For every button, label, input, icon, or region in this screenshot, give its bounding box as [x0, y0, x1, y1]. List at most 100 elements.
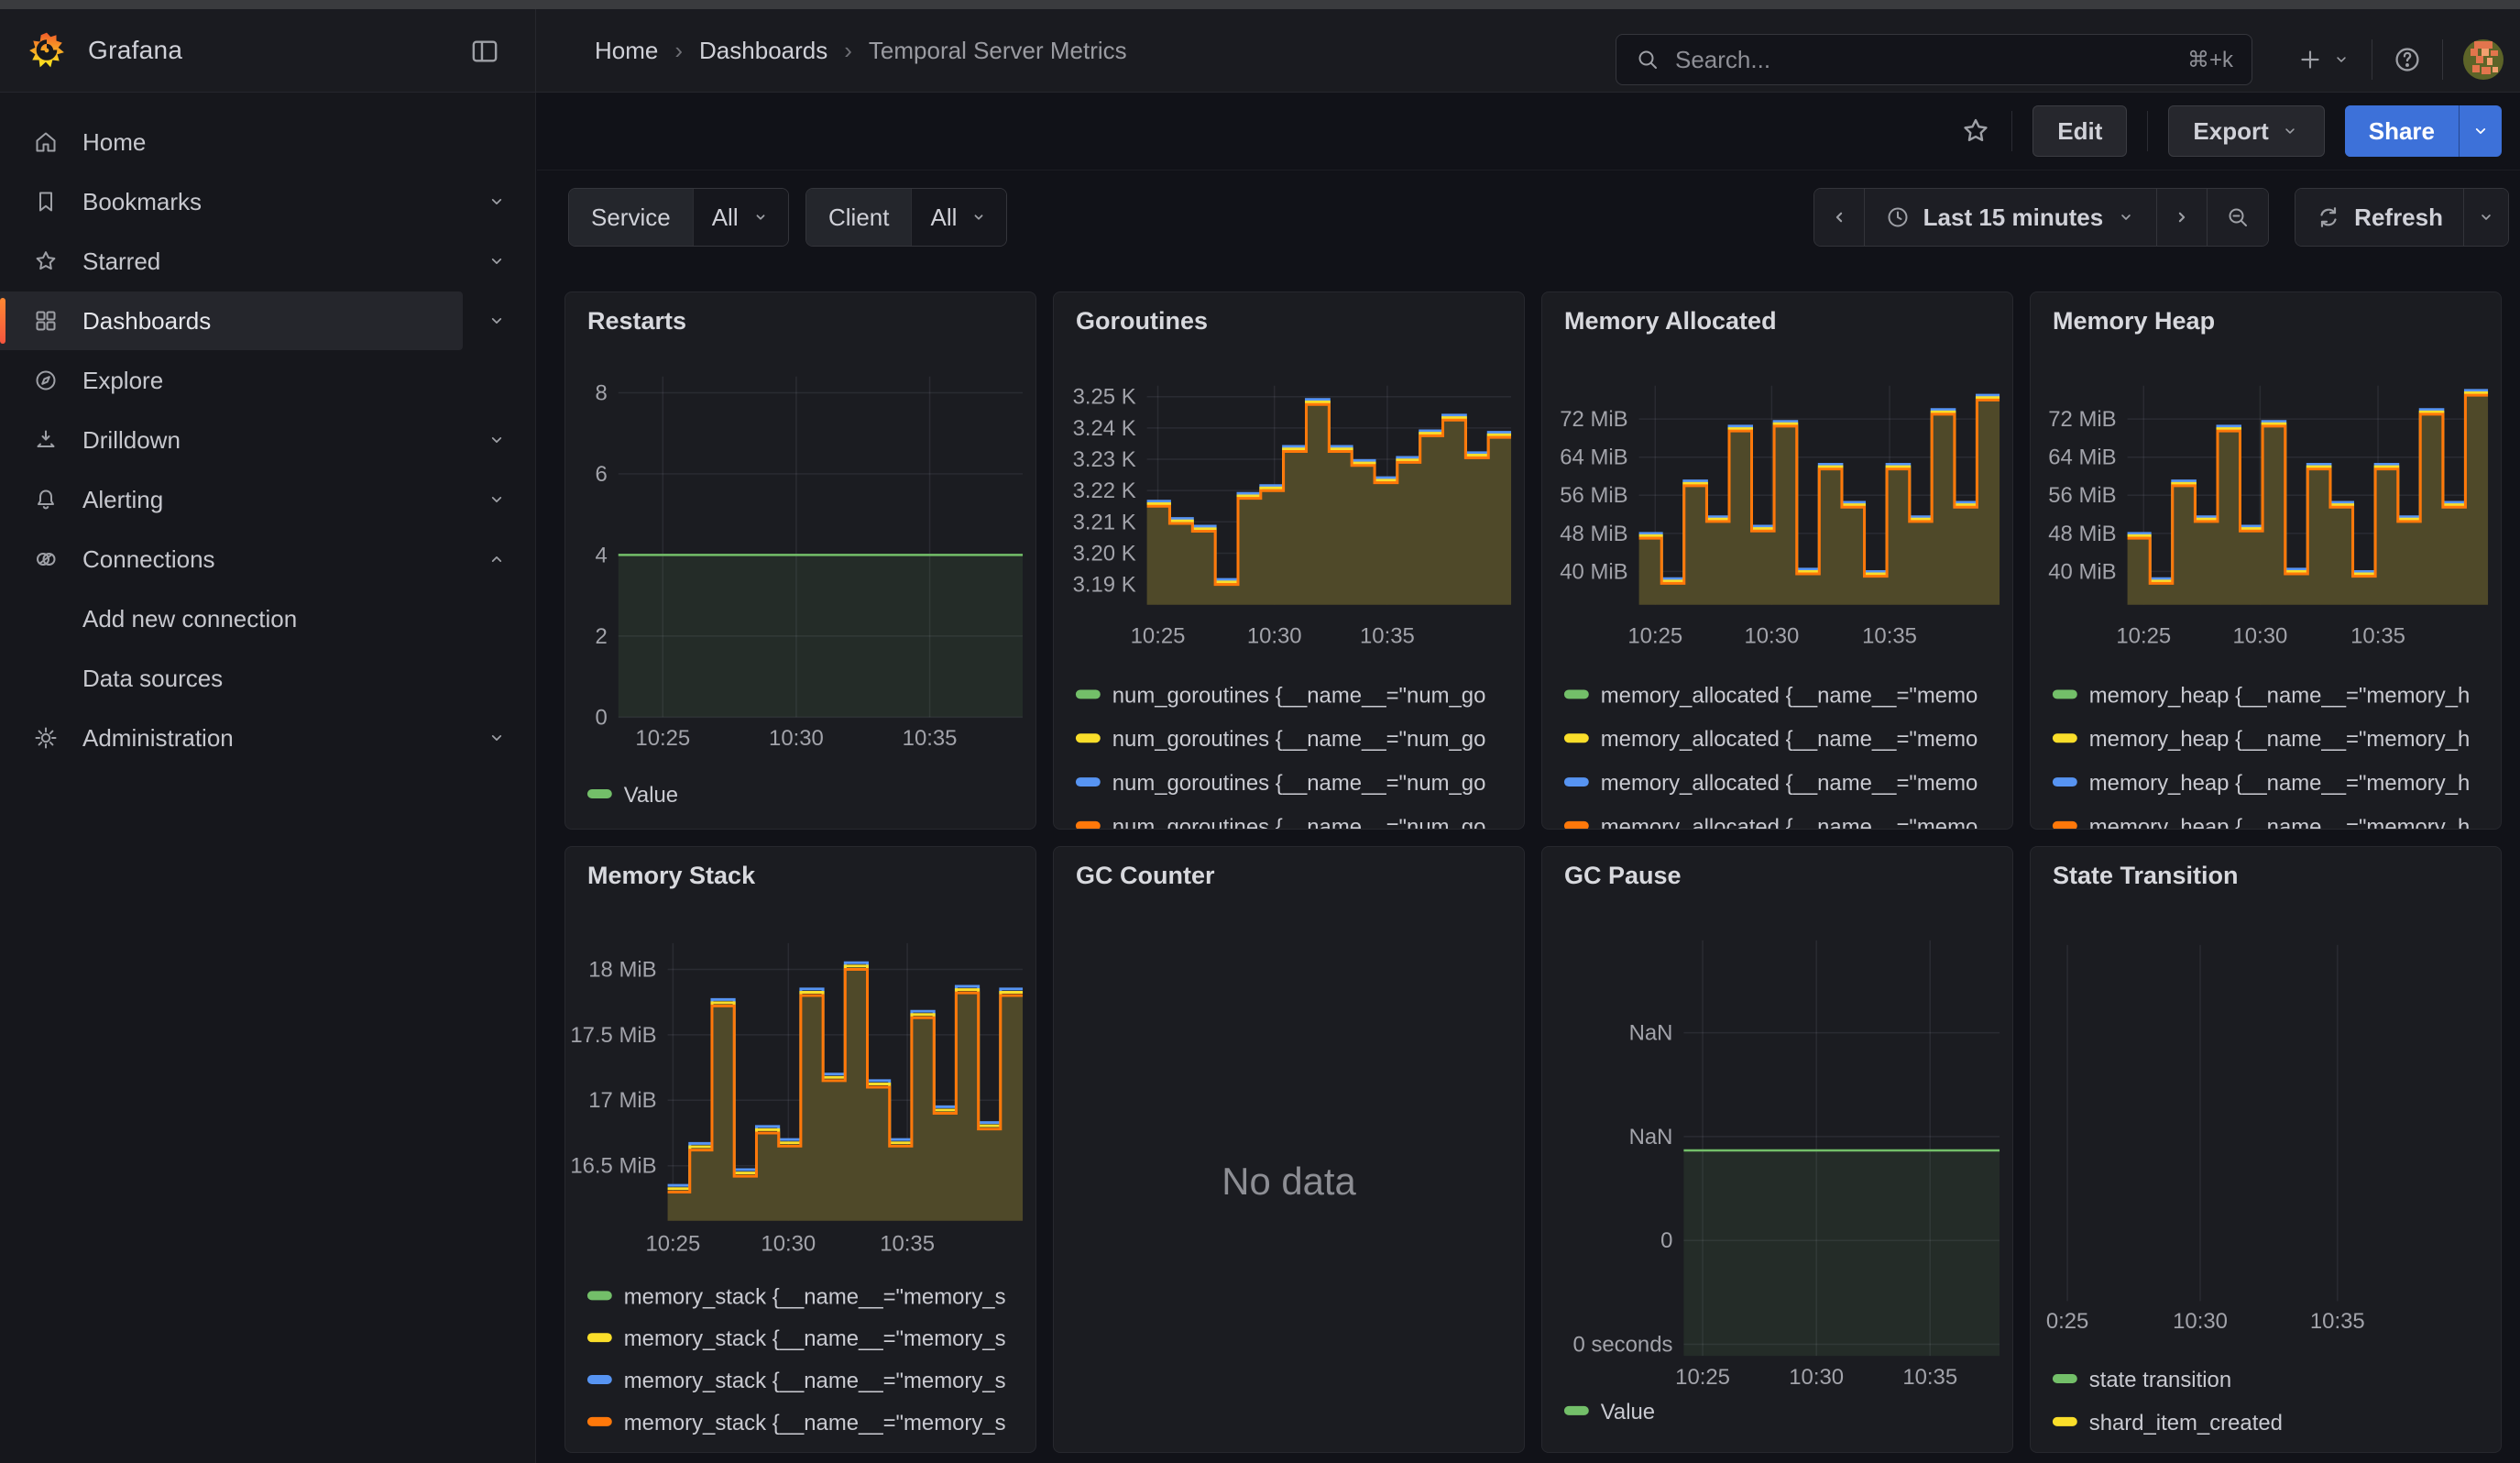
legend-swatch	[1076, 689, 1101, 698]
bookmark-icon	[33, 189, 59, 214]
legend-item[interactable]: state transition	[2053, 1368, 2231, 1392]
sidebar-item-alerting[interactable]: Alerting	[0, 470, 463, 529]
sidebar-item-explore[interactable]: Explore	[0, 351, 463, 410]
legend-item[interactable]: memory_stack {__name__="memory_s	[587, 1411, 1006, 1436]
chevron-down-icon	[2280, 121, 2300, 141]
time-range-picker[interactable]: Last 15 minutes	[1864, 189, 2157, 246]
sidebar-item-bookmarks[interactable]: Bookmarks	[0, 172, 463, 231]
legend-label: memory_allocated {__name__="memo	[1601, 815, 1978, 829]
search-input[interactable]: Search... ⌘+k	[1616, 34, 2252, 85]
legend-swatch	[1076, 821, 1101, 829]
service-variable-dropdown[interactable]: Service All	[568, 188, 789, 247]
y-axis-tick-label: 64 MiB	[1560, 446, 1627, 470]
breadcrumb-dashboards[interactable]: Dashboards	[699, 37, 827, 65]
export-button[interactable]: Export	[2168, 105, 2324, 157]
chevron-down-icon[interactable]	[486, 489, 508, 511]
edit-button[interactable]: Edit	[2032, 105, 2127, 157]
chevron-down-icon	[751, 208, 770, 226]
new-menu-button[interactable]	[2296, 46, 2351, 73]
toolbar-divider	[2011, 111, 2012, 151]
user-avatar[interactable]	[2463, 39, 2504, 80]
legend-label: memory_heap {__name__="memory_h	[2089, 815, 2471, 829]
chevron-down-icon[interactable]	[486, 310, 508, 332]
sidebar-toggle-icon[interactable]	[469, 36, 500, 67]
help-button[interactable]	[2393, 45, 2422, 74]
y-axis-tick-label: 3.22 K	[1073, 478, 1136, 503]
sidebar-item-label: Connections	[82, 545, 215, 574]
sidebar-item-administration[interactable]: Administration	[0, 709, 463, 767]
legend-swatch	[2053, 821, 2077, 829]
legend-item[interactable]: Value	[1564, 1400, 1655, 1424]
y-axis-tick-label: 17 MiB	[588, 1088, 656, 1113]
sidebar-item-home[interactable]: Home	[0, 113, 463, 171]
legend-label: memory_allocated {__name__="memo	[1601, 727, 1978, 752]
panel-chart: 0:2510:3010:35state transitionshard_item…	[2031, 847, 2501, 1452]
legend-label: memory_allocated {__name__="memo	[1601, 771, 1978, 796]
x-axis-tick-label: 10:35	[903, 726, 958, 751]
y-axis-tick-label: 0	[1660, 1228, 1672, 1253]
legend-item[interactable]: memory_heap {__name__="memory_h	[2053, 771, 2470, 796]
legend-item[interactable]: Value	[587, 783, 678, 808]
chevron-down-icon[interactable]	[486, 429, 508, 451]
x-axis-tick-label: 10:30	[2232, 624, 2287, 649]
legend-label: num_goroutines {__name__="num_go	[1112, 727, 1486, 752]
share-menu-chevron[interactable]	[2459, 105, 2502, 157]
legend-item[interactable]: num_goroutines {__name__="num_go	[1076, 683, 1485, 708]
y-axis-tick-label: 6	[596, 462, 608, 487]
legend-item[interactable]: num_goroutines {__name__="num_go	[1076, 771, 1485, 796]
legend-item[interactable]: memory_allocated {__name__="memo	[1564, 683, 1978, 708]
legend-item[interactable]: num_goroutines {__name__="num_go	[1076, 727, 1485, 752]
y-axis-tick-label: 16.5 MiB	[570, 1154, 656, 1179]
grafana-logo-icon	[27, 31, 66, 70]
y-axis-tick-label: 72 MiB	[2048, 407, 2116, 432]
time-shift-back-button[interactable]	[1814, 189, 1864, 246]
legend-label: num_goroutines {__name__="num_go	[1112, 815, 1486, 829]
legend-swatch	[2053, 689, 2077, 698]
favorite-star-button[interactable]	[1960, 116, 1991, 147]
compass-icon	[33, 368, 59, 393]
sidebar-item-dashboards[interactable]: Dashboards	[0, 292, 463, 350]
legend-item[interactable]: memory_heap {__name__="memory_h	[2053, 815, 2470, 829]
zoom-out-button[interactable]	[2207, 189, 2268, 246]
sidebar-item-connections[interactable]: Connections	[0, 530, 463, 588]
legend-item[interactable]: memory_heap {__name__="memory_h	[2053, 727, 2470, 752]
header-actions	[2296, 18, 2504, 101]
legend-item[interactable]: memory_stack {__name__="memory_s	[587, 1369, 1006, 1393]
legend-item[interactable]: memory_stack {__name__="memory_s	[587, 1284, 1006, 1309]
connections-icon	[33, 546, 59, 572]
time-shift-forward-button[interactable]	[2156, 189, 2207, 246]
chevron-down-icon[interactable]	[486, 250, 508, 272]
refresh-interval-chevron[interactable]	[2463, 189, 2508, 246]
x-axis-tick-label: 10:30	[761, 1232, 816, 1257]
sidebar-item-data-sources[interactable]: Data sources	[0, 649, 463, 708]
y-axis-tick-label: NaN	[1629, 1125, 1673, 1150]
legend-label: memory_heap {__name__="memory_h	[2089, 683, 2471, 708]
sidebar-item-drilldown[interactable]: Drilldown	[0, 411, 463, 469]
sidebar-item-add-new-connection[interactable]: Add new connection	[0, 589, 463, 648]
y-axis-tick-label: 40 MiB	[2048, 559, 2116, 584]
sidebar-item-starred[interactable]: Starred	[0, 232, 463, 291]
breadcrumb-home[interactable]: Home	[595, 37, 658, 65]
x-axis-tick-label: 10:30	[2173, 1309, 2228, 1334]
legend-item[interactable]: shard_item_created	[2053, 1411, 2283, 1436]
chevron-up-icon[interactable]	[486, 548, 508, 570]
chevron-down-icon	[970, 208, 988, 226]
legend-item[interactable]: num_goroutines {__name__="num_go	[1076, 815, 1485, 829]
y-axis-tick-label: 17.5 MiB	[570, 1023, 656, 1048]
refresh-button[interactable]: Refresh	[2295, 189, 2463, 246]
y-axis-tick-label: 3.20 K	[1073, 541, 1136, 566]
refresh-label: Refresh	[2354, 204, 2443, 232]
client-variable-dropdown[interactable]: Client All	[805, 188, 1007, 247]
legend-item[interactable]: memory_heap {__name__="memory_h	[2053, 683, 2470, 708]
chevron-down-icon[interactable]	[486, 727, 508, 749]
legend-swatch	[1564, 777, 1589, 786]
legend-item[interactable]: memory_allocated {__name__="memo	[1564, 727, 1978, 752]
chevron-down-icon[interactable]	[486, 191, 508, 213]
panel-chart: 10:2510:3010:3518 MiB17.5 MiB17 MiB16.5 …	[565, 847, 1035, 1452]
legend-item[interactable]: memory_allocated {__name__="memo	[1564, 771, 1978, 796]
legend-item[interactable]: memory_stack {__name__="memory_s	[587, 1326, 1006, 1351]
chevron-down-icon	[2116, 207, 2136, 227]
legend-item[interactable]: memory_allocated {__name__="memo	[1564, 815, 1978, 829]
share-button[interactable]: Share	[2345, 105, 2459, 157]
legend-label: memory_stack {__name__="memory_s	[624, 1369, 1006, 1393]
